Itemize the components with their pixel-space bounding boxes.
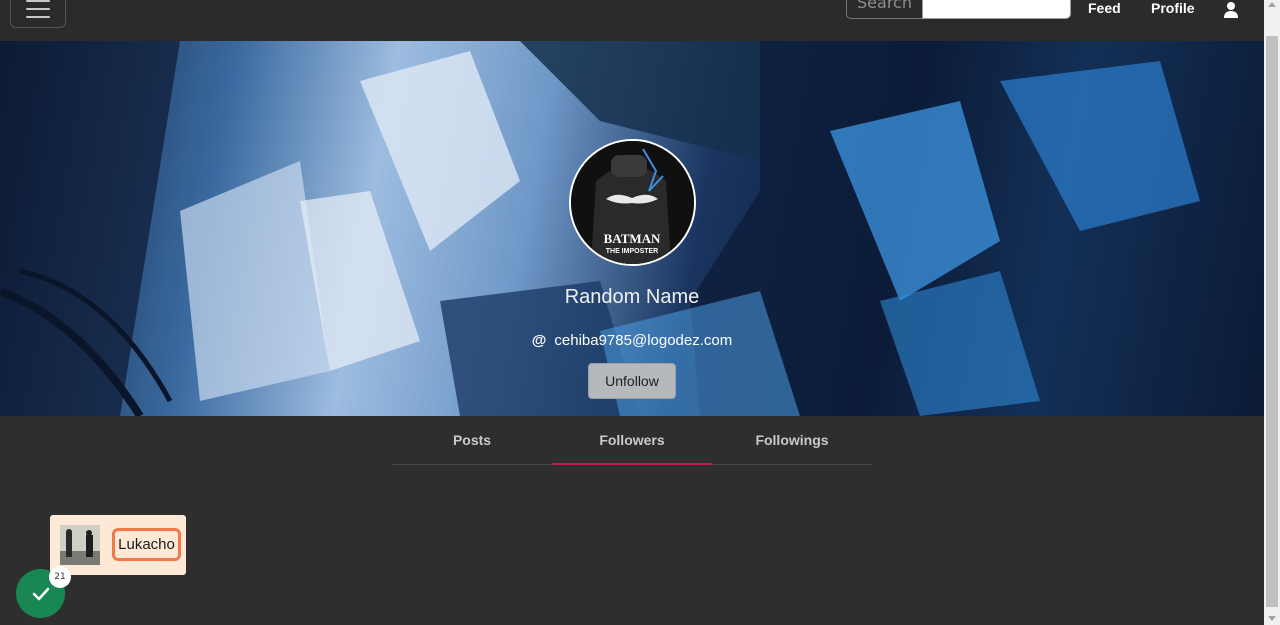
menu-toggle-button[interactable] xyxy=(10,0,66,28)
scrollbar-thumb[interactable] xyxy=(1266,36,1278,607)
hamburger-icon-bar xyxy=(26,16,50,18)
scroll-up-arrow-icon[interactable] xyxy=(1268,2,1276,7)
hamburger-icon-bar xyxy=(26,0,50,2)
avatar-subtitle-text: THE IMPOSTER xyxy=(606,248,659,255)
search-input[interactable] xyxy=(922,0,1071,19)
avatar-title-text: BATMAN xyxy=(604,231,661,246)
hamburger-icon-bar xyxy=(26,8,50,10)
top-navbar: Search Feed Profile xyxy=(0,0,1264,41)
user-icon[interactable] xyxy=(1222,1,1240,18)
check-icon xyxy=(32,587,49,600)
notification-count-badge: 21 xyxy=(49,566,71,588)
tab-followers[interactable]: Followers xyxy=(552,416,712,465)
follower-card[interactable]: Lukacho xyxy=(50,515,186,575)
scroll-down-arrow-icon[interactable] xyxy=(1268,616,1276,621)
nav-profile-link[interactable]: Profile xyxy=(1151,0,1195,17)
avatar-image: BATMAN THE IMPOSTER xyxy=(571,141,694,264)
profile-banner: BATMAN THE IMPOSTER Random Name @ cehiba9… xyxy=(0,41,1264,416)
follower-avatar xyxy=(60,525,100,565)
profile-display-name: Random Name xyxy=(564,286,700,308)
follower-name-link[interactable]: Lukacho xyxy=(112,528,181,561)
tab-followings[interactable]: Followings xyxy=(712,416,872,464)
nav-feed-link[interactable]: Feed xyxy=(1088,0,1121,17)
profile-email: cehiba9785@logodez.com xyxy=(554,332,733,349)
search-button[interactable]: Search xyxy=(846,0,923,19)
tab-posts[interactable]: Posts xyxy=(392,416,552,464)
profile-email-row: @ cehiba9785@logodez.com xyxy=(0,332,1264,349)
profile-avatar: BATMAN THE IMPOSTER xyxy=(569,139,696,266)
at-icon: @ xyxy=(531,332,547,349)
profile-tabs: Posts Followers Followings xyxy=(392,416,872,465)
unfollow-button[interactable]: Unfollow xyxy=(588,363,676,399)
